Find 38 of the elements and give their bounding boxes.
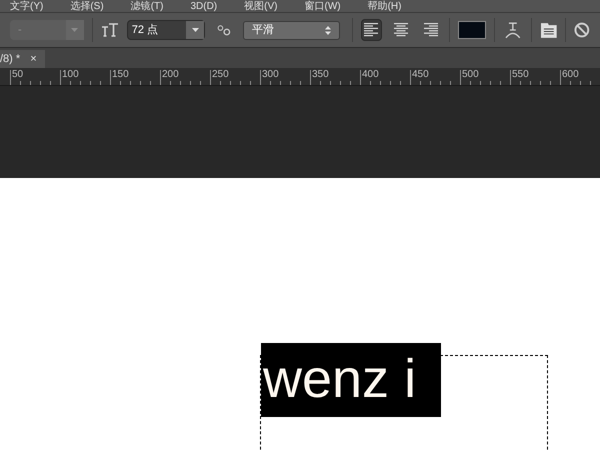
text-color-swatch[interactable] <box>458 21 486 39</box>
menu-item[interactable]: 文字(Y) <box>10 1 44 12</box>
up-down-caret-icon <box>324 26 331 34</box>
ruler-label: 300 <box>262 68 280 82</box>
warp-text-icon[interactable] <box>504 21 521 39</box>
caret-icon <box>192 28 199 32</box>
menu-item[interactable]: 窗口(W) <box>304 1 341 12</box>
ruler-label: 50 <box>12 68 24 82</box>
align-button[interactable] <box>360 19 382 41</box>
ruler-label: 250 <box>212 68 230 82</box>
align-icon <box>424 23 438 37</box>
menu-item[interactable]: 帮助(H) <box>368 1 402 12</box>
menu-item[interactable]: 视图(V) <box>244 1 278 12</box>
menu-item[interactable]: 3D(D) <box>190 1 218 12</box>
caret-icon <box>71 28 78 32</box>
font-size-field[interactable]: 72 点 <box>126 20 206 40</box>
ruler-label: 500 <box>462 68 480 82</box>
ruler-label: 200 <box>162 68 180 82</box>
ruler-label: 400 <box>362 68 380 82</box>
cancel-icon[interactable] <box>574 22 590 38</box>
tab-close-button[interactable]: × <box>30 50 37 68</box>
panel-icon[interactable] <box>540 22 558 38</box>
ruler-label: 350 <box>312 68 330 82</box>
document-title: /8) * <box>0 52 20 67</box>
ruler-label: 100 <box>62 68 80 82</box>
ruler-label: 550 <box>512 68 530 82</box>
menu-item[interactable]: 选择(S) <box>70 1 104 12</box>
ruler-label: 600 <box>562 68 580 82</box>
selected-text: wenz i <box>261 343 441 417</box>
font-size-icon <box>100 23 119 37</box>
align-icon <box>394 23 408 37</box>
ruler-label: 450 <box>412 68 430 82</box>
document-tab[interactable]: /8) * × <box>0 50 45 68</box>
antialias-select[interactable]: 平滑 <box>243 20 340 40</box>
align-icon <box>364 23 378 37</box>
ruler-label: 150 <box>112 68 130 82</box>
antialias-icon <box>217 24 232 36</box>
menu-item[interactable]: 滤镜(T) <box>130 1 164 12</box>
